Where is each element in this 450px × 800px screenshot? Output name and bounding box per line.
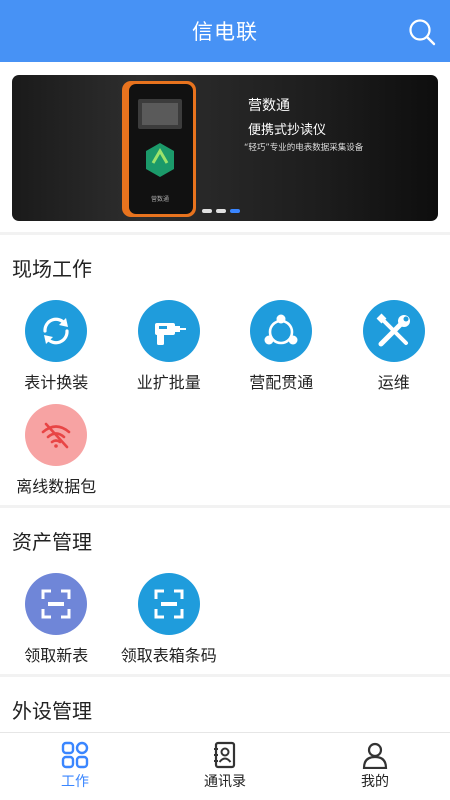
menu-item-operations[interactable]: 运维 <box>338 297 450 401</box>
drill-icon <box>154 323 186 345</box>
banner-subtitle: 便携式抄读仪 <box>248 123 327 138</box>
menu-item-label: 离线数据包 <box>16 477 97 496</box>
tab-label: 通讯录 <box>204 774 246 790</box>
main-content: 营数通 营数通 便携式抄读仪 “轻巧”专业的电表数据采集设备 现场工作 表计换装… <box>0 62 450 732</box>
promo-banner[interactable]: 营数通 营数通 便携式抄读仪 “轻巧”专业的电表数据采集设备 <box>12 75 438 221</box>
banner-description: “轻巧”专业的电表数据采集设备 <box>244 143 364 153</box>
section-asset-management: 资产管理 领取新表 领取表箱条码 <box>0 508 450 674</box>
scan-icon <box>154 589 184 619</box>
scan-icon <box>41 589 71 619</box>
section-field-work: 现场工作 表计换装 业扩批量 营配贯通 运维 离线数据包 <box>0 235 450 505</box>
section-title: 外设管理 <box>12 699 92 723</box>
menu-item-label: 营配贯通 <box>249 373 314 392</box>
menu-item-collect-new-meter[interactable]: 领取新表 <box>0 570 113 674</box>
app-header: 信电联 <box>0 0 450 62</box>
menu-item-label: 业扩批量 <box>136 373 201 392</box>
menu-item-label: 表计换装 <box>24 373 89 392</box>
section-title: 资产管理 <box>12 530 92 554</box>
section-title: 现场工作 <box>12 257 92 281</box>
tab-work[interactable]: 工作 <box>0 733 150 800</box>
sync-icon <box>43 317 69 345</box>
device-brand-text: 营数通 <box>151 195 169 203</box>
app-title: 信电联 <box>192 20 258 44</box>
menu-item-offline-package[interactable]: 离线数据包 <box>0 401 113 505</box>
banner-title: 营数通 <box>248 98 290 114</box>
tab-contacts[interactable]: 通讯录 <box>150 733 300 800</box>
menu-item-label: 领取新表 <box>24 646 89 665</box>
menu-item-label: 运维 <box>377 373 410 392</box>
carousel-dot[interactable] <box>216 209 226 213</box>
bottom-tab-bar: 工作 通讯录 我的 <box>0 732 450 800</box>
tab-mine[interactable]: 我的 <box>300 733 450 800</box>
menu-item-collect-box-barcode[interactable]: 领取表箱条码 <box>113 570 226 674</box>
wifi-off-icon <box>41 422 71 449</box>
banner-container: 营数通 营数通 便携式抄读仪 “轻巧”专业的电表数据采集设备 <box>0 62 450 232</box>
section-peripheral-management: 外设管理 <box>0 677 450 732</box>
menu-item-marketing-distribution[interactable]: 营配贯通 <box>225 297 338 401</box>
carousel-dot-active[interactable] <box>230 209 240 213</box>
grid-icon <box>61 741 89 769</box>
menu-item-label: 领取表箱条码 <box>120 646 217 665</box>
user-icon <box>362 742 388 769</box>
search-icon[interactable] <box>408 18 436 46</box>
tab-label: 工作 <box>61 774 89 790</box>
contacts-icon <box>214 741 236 769</box>
menu-item-meter-replacement[interactable]: 表计换装 <box>0 297 113 401</box>
carousel-dot[interactable] <box>202 209 212 213</box>
device-image: 营数通 <box>122 81 196 217</box>
menu-item-business-expansion[interactable]: 业扩批量 <box>113 297 226 401</box>
tab-label: 我的 <box>361 774 389 790</box>
tools-icon <box>376 313 410 347</box>
carousel-dots <box>202 209 240 213</box>
share-icon <box>264 314 298 345</box>
